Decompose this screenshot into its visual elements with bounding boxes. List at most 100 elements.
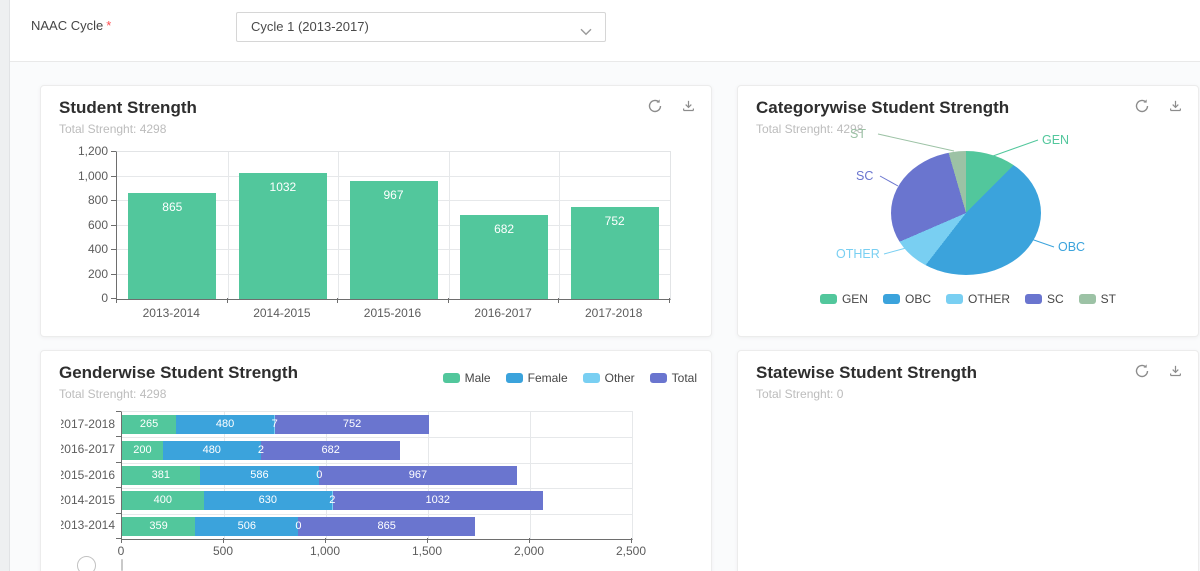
gridline — [122, 514, 632, 515]
x-axis-tick-label: 1,500 — [397, 544, 457, 558]
pie-slice-label: OTHER — [836, 247, 880, 261]
legend-swatch — [946, 294, 963, 304]
segment-value-label: 630 — [259, 494, 277, 507]
legend-item[interactable]: OBC — [883, 292, 931, 306]
y-axis-tick — [116, 436, 121, 437]
bar-value-label: 967 — [350, 188, 438, 202]
pie-leader-line — [884, 248, 906, 254]
y-axis-tick-label: 800 — [55, 193, 108, 207]
x-axis-tick — [427, 538, 428, 543]
gridline — [530, 412, 531, 539]
naac-cycle-select-value: Cycle 1 (2013-2017) — [251, 19, 369, 34]
refresh-icon — [1134, 363, 1150, 384]
download-button[interactable] — [1166, 365, 1184, 381]
legend-label: OBC — [905, 292, 931, 306]
download-button[interactable] — [1166, 100, 1184, 116]
naac-cycle-select[interactable]: Cycle 1 (2013-2017) — [236, 12, 606, 42]
category-pie[interactable] — [891, 151, 1041, 275]
bar[interactable]: 682 — [460, 215, 548, 299]
segment-value-label: 2 — [329, 494, 335, 507]
y-axis-tick — [111, 225, 116, 226]
chevron-down-icon — [580, 23, 592, 41]
card-subtitle: Total Strenght: 0 — [756, 387, 843, 401]
y-axis-tick — [116, 487, 121, 488]
x-axis-tick — [337, 298, 338, 303]
x-axis-label: 2016-2017 — [448, 306, 559, 320]
download-icon — [1168, 98, 1183, 119]
x-axis-label: 2014-2015 — [227, 306, 338, 320]
y-axis-tick-label: 200 — [55, 267, 108, 281]
segment-value-label: 506 — [238, 520, 256, 533]
gridline — [122, 437, 632, 438]
legend-swatch — [1079, 294, 1096, 304]
x-axis-tick — [116, 298, 117, 303]
bar-value-label: 682 — [460, 222, 548, 236]
bar[interactable]: 752 — [571, 207, 659, 299]
segment-value-label: 865 — [378, 520, 396, 533]
y-axis-category-label: 2013-2014 — [61, 517, 115, 533]
segment-value-label: 200 — [133, 444, 151, 457]
filter-bar: NAAC Cycle* Cycle 1 (2013-2017) — [10, 0, 1200, 62]
segment-value-label: 400 — [154, 494, 172, 507]
refresh-button[interactable] — [1133, 100, 1151, 116]
x-axis-tick-label: 1,000 — [295, 544, 355, 558]
segment-value-label: 2 — [258, 444, 264, 457]
legend-item[interactable]: GEN — [820, 292, 868, 306]
dashboard-screen: NAAC Cycle* Cycle 1 (2013-2017) Student … — [0, 0, 1200, 571]
y-axis-category-text: 2016-2017 — [61, 441, 115, 457]
bar[interactable]: 865 — [128, 193, 216, 299]
legend-label: GEN — [842, 292, 868, 306]
gridline — [122, 463, 632, 464]
student-chart[interactable]: 8651032967682752 02004006008001,0001,200… — [41, 86, 711, 336]
category-pie-chart[interactable]: GEN OBC OTHER SC ST — [738, 126, 1198, 316]
naac-cycle-label-text: NAAC Cycle — [31, 18, 103, 33]
x-axis-tick — [325, 538, 326, 543]
legend-item[interactable]: SC — [1025, 292, 1064, 306]
segment-value-label: 0 — [316, 469, 322, 482]
x-axis-tick — [448, 298, 449, 303]
legend-item[interactable]: ST — [1079, 292, 1116, 306]
y-axis-tick — [116, 513, 121, 514]
category-legend: GEN OBC OTHER SC ST — [738, 292, 1198, 306]
segment-value-label: 480 — [203, 444, 221, 457]
gender-chart[interactable]: 2654807752200480268238158609674006302103… — [41, 351, 711, 571]
bar-value-label: 1032 — [239, 180, 327, 194]
y-axis-tick-label: 400 — [55, 242, 108, 256]
statewise-card: Statewise Student Strength Total Strengh… — [737, 350, 1199, 571]
gridline — [559, 152, 560, 299]
card-title: Statewise Student Strength — [756, 363, 977, 383]
gender-stack-plot[interactable]: 2654807752200480268238158609674006302103… — [121, 411, 633, 540]
legend-swatch — [820, 294, 837, 304]
bar[interactable]: 1032 — [239, 173, 327, 299]
segment-value-label: 586 — [250, 469, 268, 482]
legend-item[interactable]: OTHER — [946, 292, 1010, 306]
y-axis-tick-label: 1,000 — [55, 169, 108, 183]
pie-leader-line — [878, 134, 954, 151]
x-axis-tick — [558, 298, 559, 303]
pie-leader-line — [880, 176, 898, 186]
pie-slice-label: SC — [856, 169, 873, 183]
student-bar-plot[interactable]: 865 1032 967 682 752 — [116, 151, 671, 300]
card-title: Categorywise Student Strength — [756, 98, 1009, 118]
x-axis-tick-label: 500 — [193, 544, 253, 558]
required-asterisk: * — [106, 18, 111, 33]
x-axis-tick — [223, 538, 224, 543]
y-axis-tick — [111, 200, 116, 201]
refresh-button[interactable] — [1133, 365, 1151, 381]
segment-value-label: 381 — [152, 469, 170, 482]
y-axis-tick — [111, 249, 116, 250]
bar[interactable]: 967 — [350, 181, 438, 299]
genderwise-card: Genderwise Student Strength Total Streng… — [40, 350, 712, 571]
naac-cycle-label: NAAC Cycle* — [31, 18, 111, 33]
pie-leader-line — [993, 140, 1038, 156]
legend-label: SC — [1047, 292, 1064, 306]
y-axis-category-label: 2014-2015 — [61, 492, 115, 508]
y-axis-category-text: 2013-2014 — [61, 517, 115, 533]
x-axis-tick-label: 2,500 — [601, 544, 661, 558]
y-axis-tick — [111, 176, 116, 177]
clipped-circle-icon[interactable] — [77, 556, 96, 571]
y-axis-category-text: 2015-2016 — [61, 467, 115, 483]
left-edge-strip — [0, 0, 10, 571]
y-axis-category-label: 2015-2016 — [61, 467, 115, 483]
gridline — [122, 488, 632, 489]
